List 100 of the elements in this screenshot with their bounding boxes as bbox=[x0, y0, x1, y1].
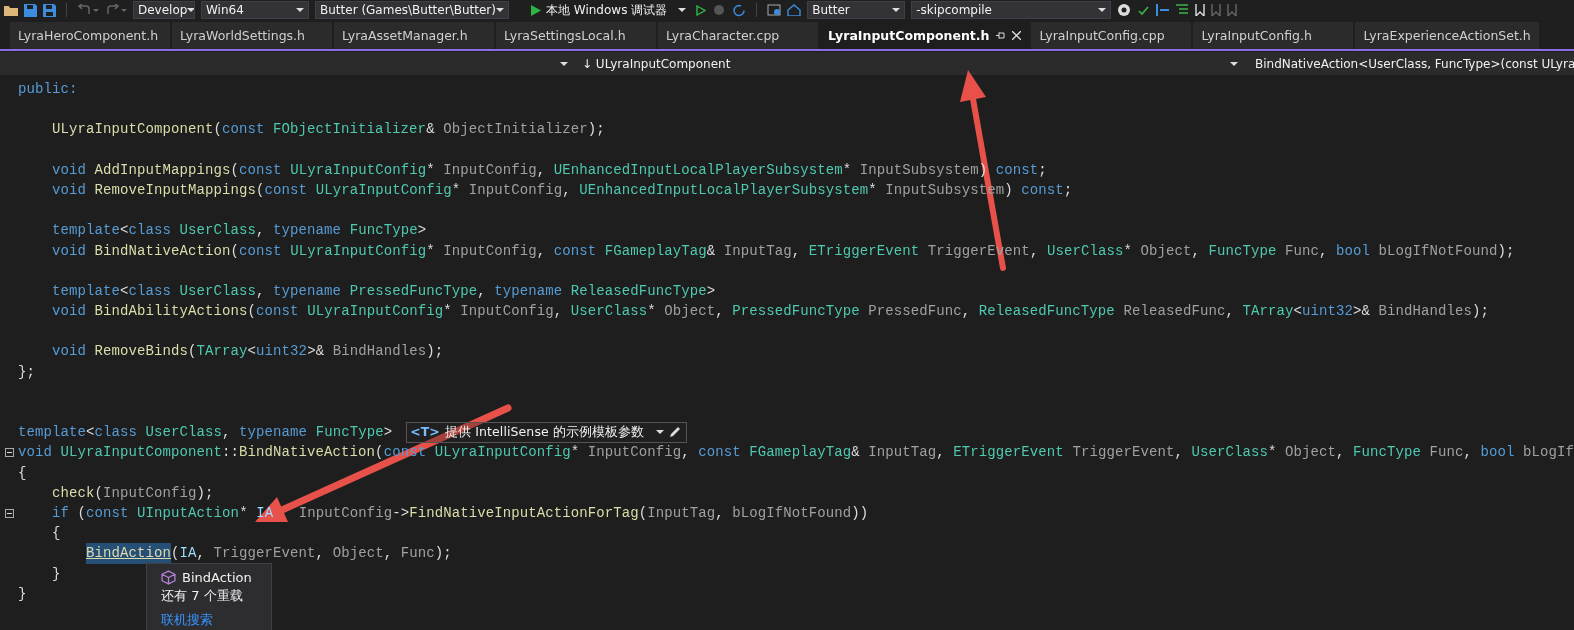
file-tab[interactable]: LyraHeroComponent.h bbox=[10, 22, 170, 49]
close-icon[interactable] bbox=[1012, 31, 1022, 40]
indent-icon[interactable] bbox=[1175, 4, 1190, 16]
code-token: const bbox=[1021, 180, 1064, 200]
code-token: const bbox=[86, 503, 129, 523]
code-token: ETriggerEvent bbox=[953, 443, 1064, 463]
code-token: , bbox=[315, 544, 326, 564]
code-token: InputConfig bbox=[443, 241, 537, 261]
code-token: ULyraInputConfig bbox=[434, 443, 571, 463]
code-token: bLogIfNotFound bbox=[1378, 241, 1498, 261]
search-online-link[interactable]: 联机搜索 bbox=[161, 611, 213, 629]
save-icon[interactable] bbox=[24, 3, 37, 17]
spell-check-icon[interactable] bbox=[1137, 4, 1150, 16]
code-token: ; bbox=[1063, 180, 1073, 200]
code-token: ); bbox=[1472, 302, 1490, 322]
code-token: , bbox=[477, 281, 487, 301]
code-token: bool bbox=[1480, 443, 1515, 463]
play-icon bbox=[531, 4, 541, 16]
code-token: , bbox=[196, 544, 207, 564]
code-token: < bbox=[120, 221, 129, 241]
play-icon[interactable] bbox=[696, 4, 707, 16]
start-debugging-button[interactable]: 本地 Windows 调试器 bbox=[527, 1, 691, 19]
file-tab[interactable]: LyraWorldSettings.h bbox=[172, 22, 332, 49]
code-token: }; bbox=[18, 362, 35, 382]
pin-icon[interactable] bbox=[996, 31, 1006, 40]
save-all-icon[interactable] bbox=[43, 3, 56, 17]
file-tab[interactable]: LyraCharacter.cpp bbox=[658, 22, 818, 49]
code-token: UInputAction bbox=[137, 503, 240, 523]
code-token: , bbox=[1319, 241, 1329, 261]
home-icon[interactable] bbox=[787, 4, 802, 16]
code-token: TriggerEvent bbox=[213, 544, 316, 564]
code-token: * bbox=[1123, 241, 1133, 261]
configuration-dropdown[interactable]: Develop bbox=[133, 1, 195, 19]
redo-icon[interactable] bbox=[105, 4, 127, 16]
code-token: Func bbox=[1285, 241, 1319, 261]
code-reference[interactable]: BindAction bbox=[86, 543, 172, 564]
code-token: TriggerEvent bbox=[1072, 443, 1175, 463]
code-token: * bbox=[426, 241, 436, 261]
code-token: )) bbox=[851, 503, 869, 523]
member-dropdown[interactable]: BindNativeAction<UserClass, FuncType>(const ULyra bbox=[1250, 53, 1574, 74]
code-token: > bbox=[383, 423, 393, 443]
code-token: void bbox=[52, 180, 87, 200]
code-token: InputConfig bbox=[460, 302, 554, 322]
refresh-icon[interactable] bbox=[732, 3, 747, 17]
code-token: const bbox=[698, 443, 741, 463]
class-scope-dropdown[interactable]: ↓ ULyraInputComponent bbox=[574, 53, 1244, 74]
platform-dropdown[interactable]: Win64 bbox=[201, 1, 309, 19]
code-token: InputConfig bbox=[468, 180, 563, 200]
code-token: const bbox=[264, 180, 308, 200]
code-token: { bbox=[18, 463, 27, 483]
code-token: UserClass bbox=[145, 423, 223, 443]
code-token: FGameplayTag bbox=[604, 241, 707, 261]
code-token: Object bbox=[1140, 241, 1192, 261]
code-token: , bbox=[936, 443, 946, 463]
code-token: template bbox=[18, 423, 86, 443]
code-token: InputConfig bbox=[298, 503, 393, 523]
code-token: >& bbox=[307, 342, 326, 362]
file-tab[interactable]: LyraInputConfig.h bbox=[1193, 22, 1354, 49]
cursor-icon[interactable] bbox=[1155, 4, 1170, 16]
code-token: check bbox=[52, 483, 95, 503]
code-token: UEnhancedInputLocalPlayerSubsystem bbox=[579, 180, 869, 200]
overload-count: 还有 7 个重载 bbox=[161, 587, 244, 605]
code-token: , bbox=[536, 241, 547, 261]
code-token: , bbox=[681, 443, 691, 463]
code-token: template bbox=[52, 281, 121, 301]
code-token: FObjectInitializer bbox=[273, 120, 427, 140]
code-token: UEnhancedInputLocalPlayerSubsystem bbox=[553, 160, 843, 180]
file-tab[interactable]: LyraSettingsLocal.h bbox=[496, 22, 656, 49]
arguments-dropdown[interactable]: -skipcompile bbox=[911, 1, 1112, 19]
undo-icon[interactable] bbox=[77, 4, 99, 16]
code-token: , bbox=[383, 544, 394, 564]
code-token: bool bbox=[1336, 241, 1371, 261]
code-token: , bbox=[256, 221, 266, 241]
code-token: TArray bbox=[196, 342, 248, 362]
startup-project-dropdown[interactable]: Butter (Games\Butter\Butter) bbox=[315, 1, 509, 19]
code-token: FuncType bbox=[1208, 241, 1277, 261]
code-token: ( bbox=[247, 302, 257, 322]
folder-icon[interactable] bbox=[4, 4, 18, 16]
collapse-icon[interactable] bbox=[5, 508, 14, 518]
code-token: BindHandles bbox=[332, 342, 427, 362]
code-token: , bbox=[562, 180, 572, 200]
collapse-icon[interactable] bbox=[5, 447, 14, 457]
code-token: < bbox=[247, 342, 257, 362]
code-token: > bbox=[417, 221, 427, 241]
code-token: void bbox=[18, 443, 52, 463]
code-token: , bbox=[1029, 241, 1040, 261]
project-dropdown[interactable]: Butter bbox=[807, 1, 906, 19]
code-token: , bbox=[715, 302, 725, 322]
file-tab[interactable]: LyraInputConfig.cpp bbox=[1031, 22, 1192, 49]
code-token: void bbox=[52, 342, 87, 362]
code-token: ULyraInputComponent bbox=[52, 120, 214, 140]
file-tab[interactable]: LyraAssetManager.h bbox=[334, 22, 494, 49]
code-token: UserClass bbox=[179, 281, 257, 301]
window-icon[interactable] bbox=[767, 4, 782, 16]
code-token: * bbox=[426, 160, 436, 180]
file-tab[interactable]: LyraExperienceActionSet.h bbox=[1355, 22, 1539, 49]
code-token: ); bbox=[1497, 241, 1515, 261]
code-token: void bbox=[52, 302, 87, 322]
code-token: TArray bbox=[1242, 302, 1294, 322]
code-token: , bbox=[961, 302, 972, 322]
